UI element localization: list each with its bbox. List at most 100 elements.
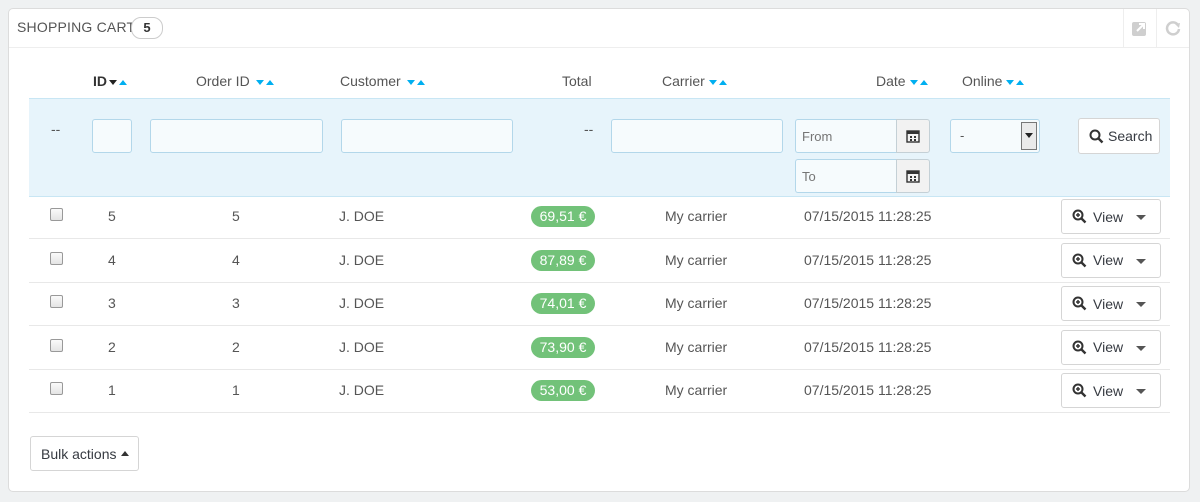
cell-id: 2 (108, 338, 116, 355)
table-row[interactable]: 3 3 J. DOE 74,01 € My carrier 07/15/2015 11:2… (29, 282, 1170, 326)
sort-asc-icon[interactable] (416, 79, 425, 85)
cell-carrier: My carrier (665, 251, 728, 268)
filter-order-id-input[interactable] (150, 119, 323, 153)
panel-toolbar (1123, 9, 1189, 47)
header-total-label: Total (562, 73, 592, 89)
header-date: Date (876, 73, 928, 89)
total-badge: 87,89 € (531, 249, 595, 271)
cell-order-id: 1 (232, 382, 240, 398)
cell-id: 1 (108, 382, 116, 398)
view-button[interactable]: View (1061, 373, 1161, 408)
total-badge: 74,01 € (531, 293, 595, 314)
table-row[interactable]: 1 1 J. DOE 53,00 € My carrier 07/15/2015 11:2… (29, 369, 1170, 413)
zoom-in-icon (1072, 340, 1087, 354)
sort-desc-icon[interactable] (1006, 79, 1015, 85)
header-date-label: Date (876, 73, 906, 89)
cell-carrier: My carrier (665, 382, 728, 398)
zoom-in-icon (1072, 383, 1087, 398)
cell-order-id: 3 (232, 295, 240, 311)
view-button-label: View (1093, 382, 1124, 399)
table-row[interactable]: 4 4 J. DOE 87,89 € My carrier 07/15/2015 11:2… (29, 239, 1170, 283)
filter-carrier-input[interactable] (611, 119, 783, 153)
view-button-label: View (1093, 295, 1124, 312)
sort-asc-icon[interactable] (265, 79, 274, 85)
view-button-label: View (1093, 208, 1124, 225)
online-select-value: - (960, 128, 965, 143)
cell-date: 07/15/2015 11:28:25 (804, 382, 932, 398)
filter-customer-input[interactable] (341, 119, 513, 153)
date-from-group (795, 119, 930, 153)
chevron-down-icon[interactable] (1136, 389, 1146, 394)
row-checkbox[interactable] (50, 338, 63, 352)
cell-customer: J. DOE (339, 295, 385, 311)
caret-up-icon (121, 451, 130, 456)
bulk-actions-label: Bulk actions (41, 445, 117, 462)
sort-desc-icon[interactable] (109, 79, 117, 85)
header-carrier: Carrier (662, 73, 727, 89)
header-total: Total (562, 73, 592, 89)
row-checkbox[interactable] (50, 251, 63, 265)
view-button-label: View (1093, 339, 1124, 355)
sort-desc-icon[interactable] (406, 79, 415, 85)
refresh-icon[interactable] (1156, 9, 1189, 47)
panel-title: Shopping Carts (17, 19, 145, 35)
cell-customer: J. DOE (339, 251, 385, 268)
sort-desc-icon[interactable] (909, 79, 918, 85)
bulk-actions-button[interactable]: Bulk actions (30, 436, 139, 471)
total-badge: 53,00 € (531, 380, 595, 401)
shopping-carts-panel: Shopping Carts 5 ID Order ID Customer To… (8, 8, 1190, 492)
cell-id: 5 (108, 208, 116, 224)
zoom-in-icon (1072, 296, 1087, 311)
chevron-down-icon[interactable] (1136, 302, 1146, 307)
chevron-down-icon[interactable] (1136, 215, 1146, 220)
view-button[interactable]: View (1061, 329, 1161, 365)
date-from-input[interactable] (795, 119, 896, 153)
cell-date: 07/15/2015 11:28:25 (804, 295, 932, 311)
sort-desc-icon[interactable] (708, 79, 717, 85)
sort-asc-icon[interactable] (1016, 79, 1025, 85)
online-filter-select[interactable]: - (950, 119, 1040, 153)
header-carrier-label: Carrier (662, 73, 705, 89)
cell-customer: J. DOE (339, 338, 385, 355)
view-button[interactable]: View (1061, 199, 1161, 234)
cell-id: 3 (108, 295, 116, 311)
sort-asc-icon[interactable] (119, 79, 127, 85)
calendar-icon[interactable] (896, 159, 930, 193)
total-badge: 73,90 € (531, 336, 595, 358)
cell-carrier: My carrier (665, 338, 728, 355)
header-order-id-label: Order ID (196, 73, 250, 89)
cell-id: 4 (108, 251, 116, 268)
date-to-input[interactable] (795, 159, 896, 193)
date-to-group (795, 159, 930, 193)
search-button[interactable]: Search (1078, 118, 1160, 154)
row-checkbox[interactable] (50, 382, 63, 395)
cell-customer: J. DOE (339, 208, 385, 224)
panel-header: Shopping Carts 5 (9, 9, 1189, 48)
zoom-in-icon (1072, 253, 1087, 267)
chevron-down-icon[interactable] (1136, 345, 1146, 351)
sort-asc-icon[interactable] (919, 79, 928, 85)
row-checkbox[interactable] (50, 295, 63, 308)
chevron-down-icon[interactable] (1021, 122, 1037, 150)
table-row[interactable]: 2 2 J. DOE 73,90 € My carrier 07/15/2015 11:2… (29, 326, 1170, 370)
export-icon[interactable] (1123, 9, 1156, 47)
cell-date: 07/15/2015 11:28:25 (804, 251, 932, 268)
view-button[interactable]: View (1061, 242, 1161, 278)
header-id: ID (93, 73, 127, 89)
table-row[interactable]: 5 5 J. DOE 69,51 € My carrier 07/15/2015 11:2… (29, 195, 1170, 239)
sort-desc-icon[interactable] (255, 79, 264, 85)
calendar-icon[interactable] (896, 119, 930, 153)
filter-id-input[interactable] (92, 119, 132, 153)
total-filter-placeholder: -- (584, 121, 594, 137)
header-online-label: Online (962, 73, 1003, 89)
search-button-label: Search (1108, 128, 1153, 144)
cell-customer: J. DOE (339, 382, 385, 398)
filter-row: -- -- - Search (29, 98, 1170, 197)
sort-asc-icon[interactable] (718, 79, 727, 85)
cell-order-id: 4 (232, 251, 240, 268)
checkbox-filter-placeholder: -- (51, 121, 61, 137)
chevron-down-icon[interactable] (1136, 258, 1146, 264)
cell-date: 07/15/2015 11:28:25 (804, 338, 932, 355)
view-button[interactable]: View (1061, 286, 1161, 321)
row-checkbox[interactable] (50, 208, 63, 221)
